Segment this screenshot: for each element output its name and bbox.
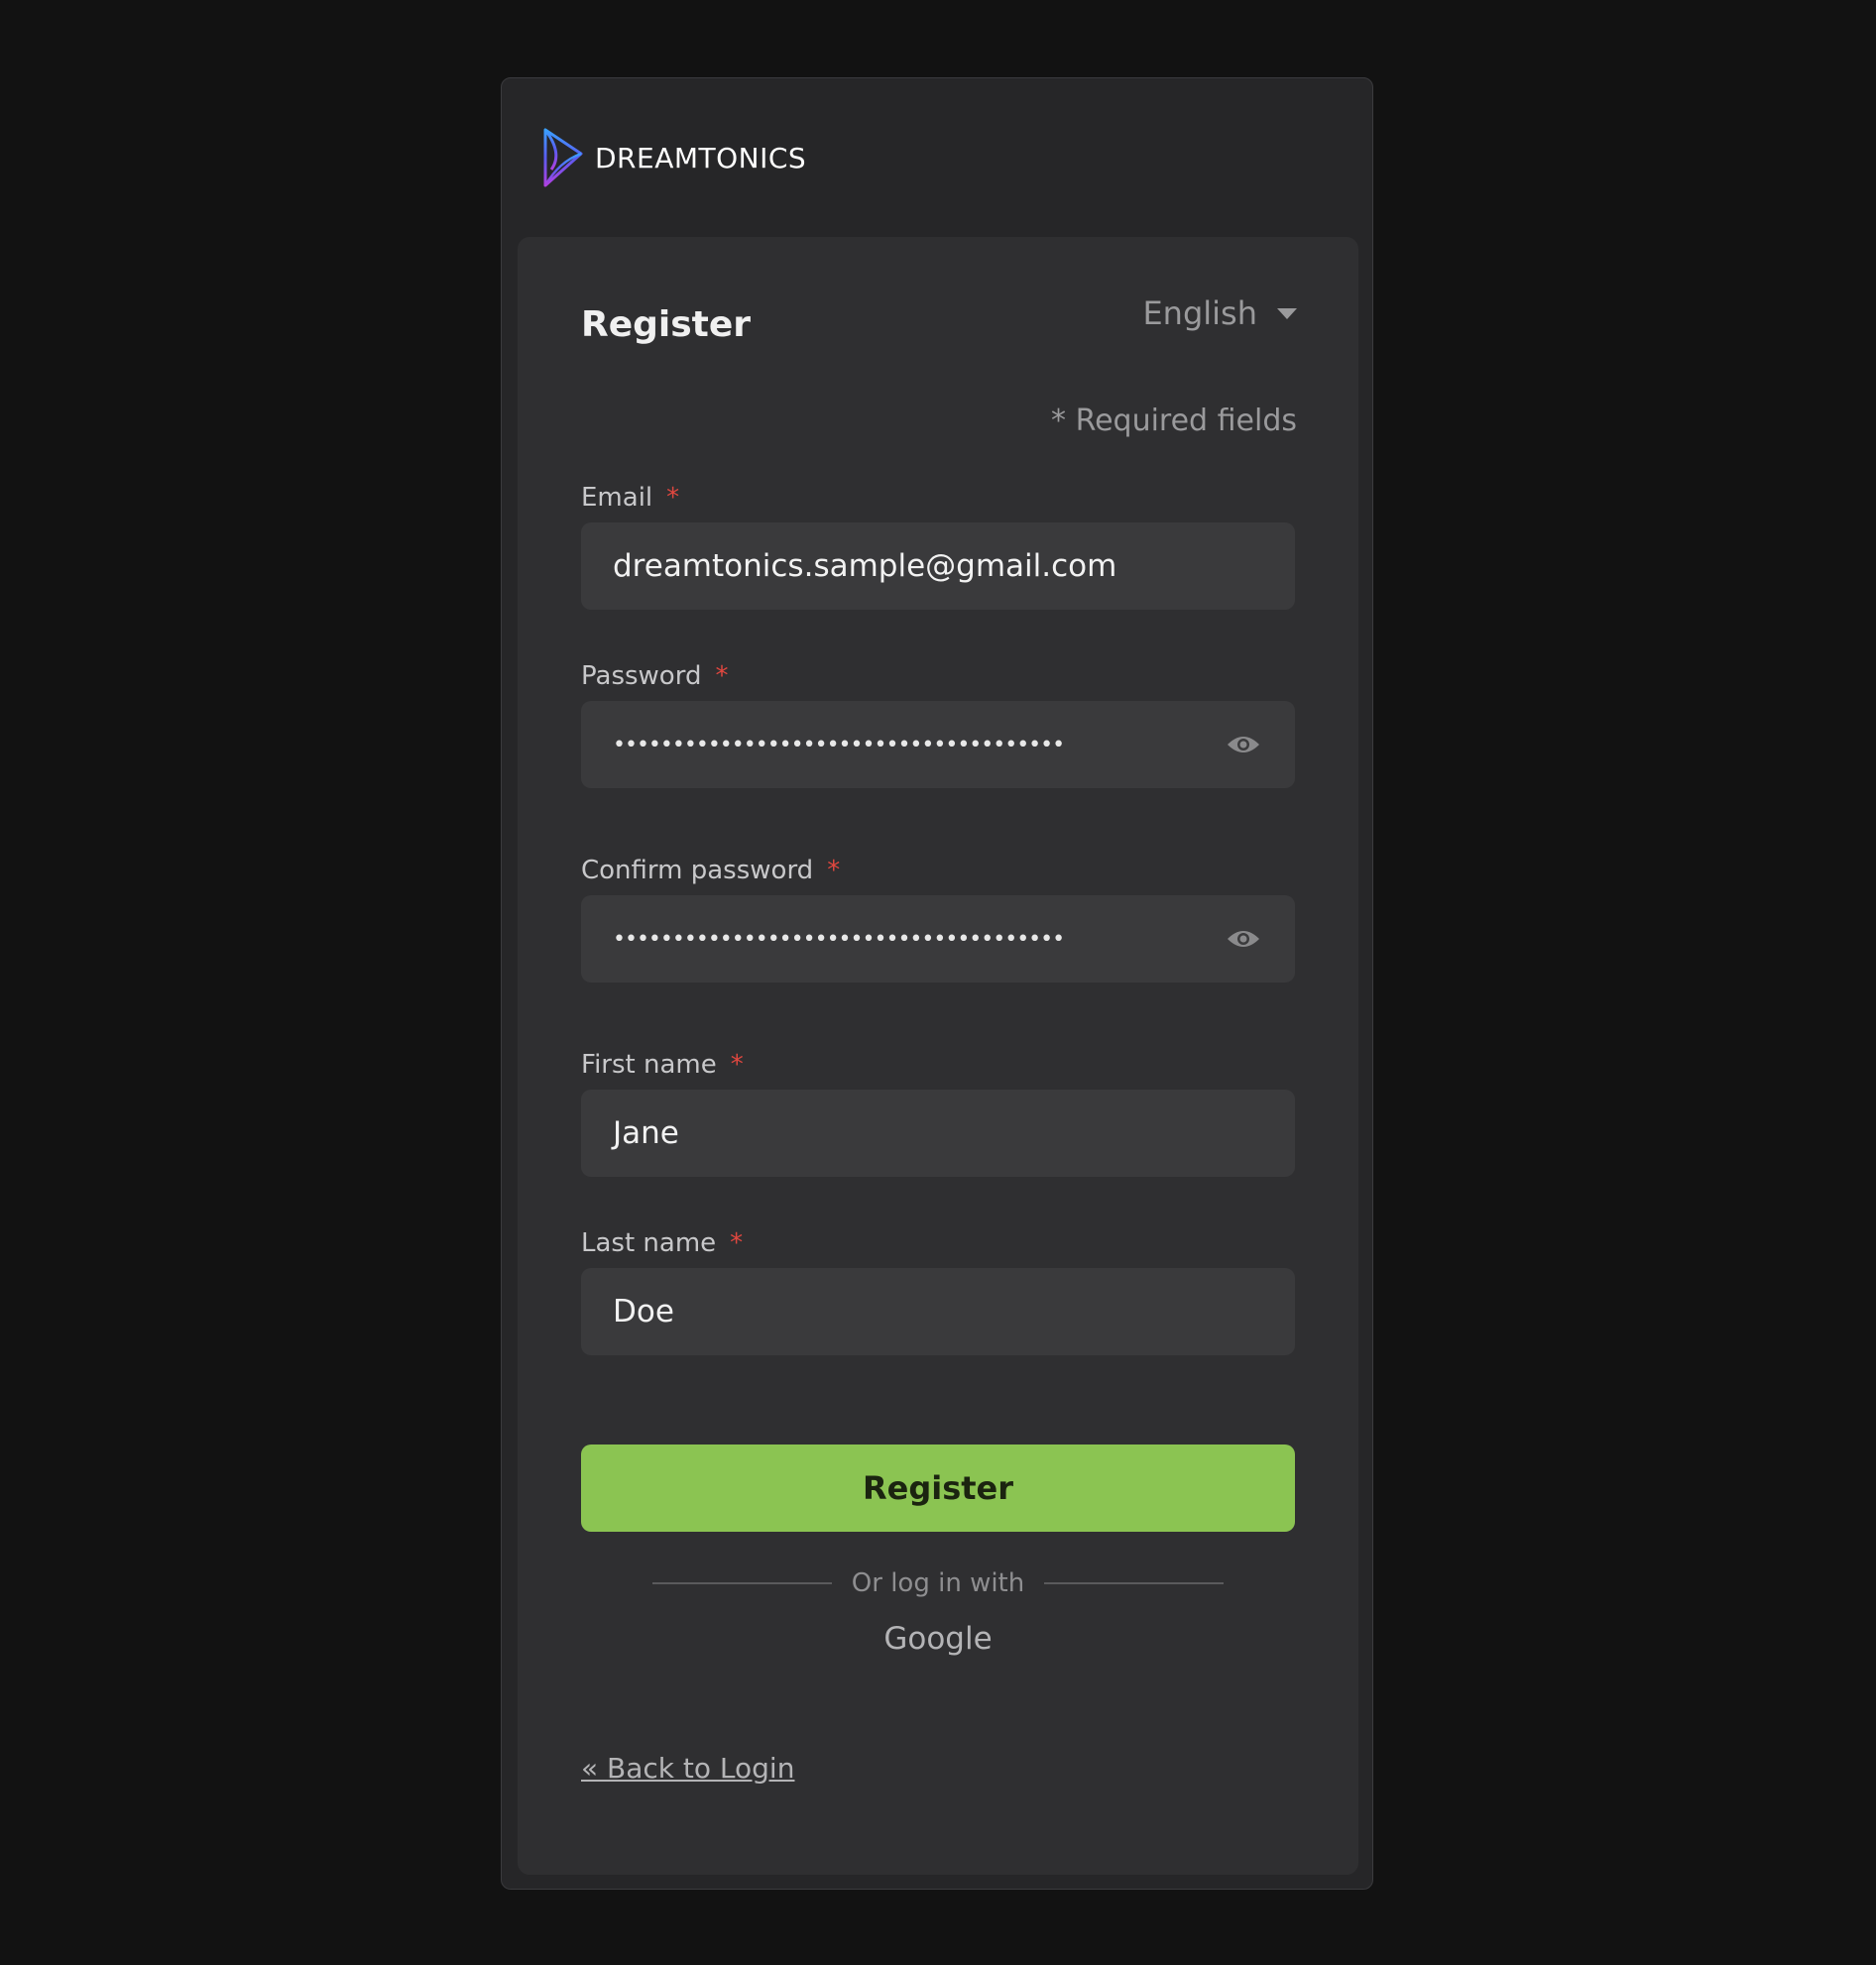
last-name-field[interactable]: Doe <box>581 1268 1295 1355</box>
language-select-value: English <box>1142 294 1257 332</box>
language-select[interactable]: English <box>1142 294 1297 332</box>
required-asterisk: * <box>730 1050 744 1080</box>
show-confirm-password-eye-icon[interactable] <box>1224 919 1263 959</box>
password-field[interactable]: •••••••••••••••••••••••••••••••••••••• <box>581 701 1295 788</box>
show-password-eye-icon[interactable] <box>1224 725 1263 764</box>
first-name-field-value: Jane <box>613 1115 679 1151</box>
password-label-text: Password <box>581 661 702 691</box>
password-label: Password * <box>581 661 728 691</box>
confirm-password-field-value: •••••••••••••••••••••••••••••••••••••• <box>613 926 1065 952</box>
required-asterisk: * <box>666 483 680 513</box>
confirm-password-label-text: Confirm password <box>581 856 814 885</box>
required-asterisk: * <box>827 856 841 885</box>
email-field[interactable]: dreamtonics.sample@gmail.com <box>581 522 1295 610</box>
confirm-password-label: Confirm password * <box>581 856 840 885</box>
back-to-login-link[interactable]: « Back to Login <box>581 1752 794 1785</box>
first-name-label: First name * <box>581 1050 744 1080</box>
divider-line-right <box>1044 1582 1225 1584</box>
last-name-label: Last name * <box>581 1228 743 1258</box>
brand-name: DREAMTONICS <box>595 141 807 174</box>
confirm-password-field[interactable]: •••••••••••••••••••••••••••••••••••••• <box>581 895 1295 982</box>
register-form: Register English * Required fields Email… <box>518 237 1358 1875</box>
last-name-field-value: Doe <box>613 1294 674 1329</box>
required-asterisk: * <box>715 661 729 691</box>
page-title: Register <box>581 304 752 345</box>
chevron-down-icon <box>1277 307 1297 319</box>
dreamtonics-logo-icon <box>541 126 585 189</box>
google-login-link[interactable]: Google <box>518 1621 1358 1657</box>
email-field-value: dreamtonics.sample@gmail.com <box>613 548 1117 584</box>
social-divider: Or log in with <box>652 1554 1225 1613</box>
register-button[interactable]: Register <box>581 1445 1295 1532</box>
required-fields-note: * Required fields <box>1051 404 1297 438</box>
register-card: DREAMTONICS Register English * Required … <box>501 77 1373 1890</box>
email-label-text: Email <box>581 483 653 513</box>
first-name-field[interactable]: Jane <box>581 1090 1295 1177</box>
email-label: Email * <box>581 483 679 513</box>
divider-text: Or log in with <box>851 1568 1025 1598</box>
brand-header: DREAMTONICS <box>541 126 806 189</box>
first-name-label-text: First name <box>581 1050 717 1080</box>
last-name-label-text: Last name <box>581 1228 717 1258</box>
divider-line-left <box>652 1582 832 1584</box>
password-field-value: •••••••••••••••••••••••••••••••••••••• <box>613 732 1065 757</box>
required-asterisk: * <box>730 1228 744 1258</box>
